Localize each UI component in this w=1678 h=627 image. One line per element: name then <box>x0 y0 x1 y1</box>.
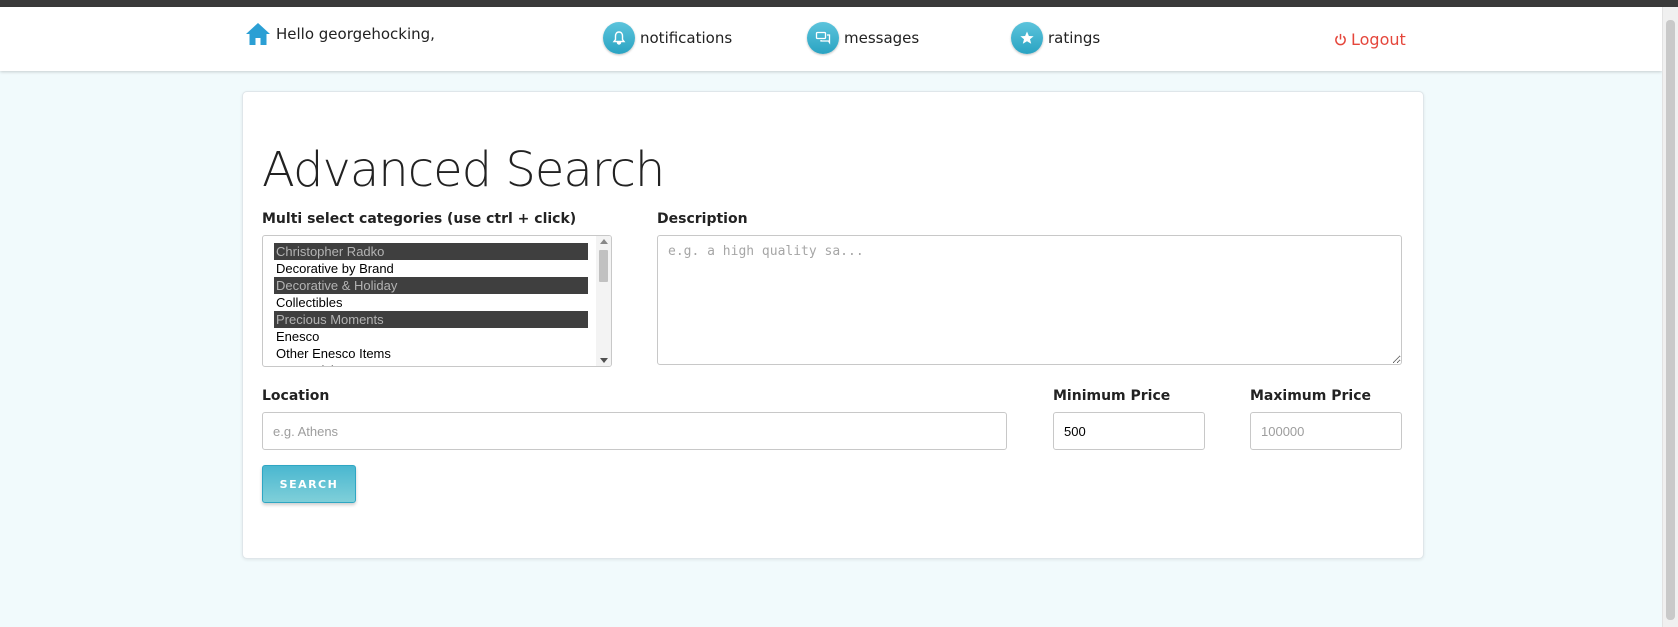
category-option[interactable]: Dreamsicles <box>274 362 588 366</box>
notifications-label: notifications <box>640 29 733 47</box>
category-option[interactable]: Precious Moments <box>274 311 588 328</box>
categories-option-list[interactable]: Christopher Radko Decorative by Brand Deco… <box>263 236 611 366</box>
min-price-label: Minimum Price <box>1053 388 1171 404</box>
categories-multiselect[interactable]: Christopher Radko Decorative by Brand Deco… <box>262 235 612 367</box>
max-price-input[interactable] <box>1250 412 1402 450</box>
max-price-label: Maximum Price <box>1250 388 1371 404</box>
home-link[interactable]: Hello georgehocking, <box>245 21 435 47</box>
categories-scrollbar-thumb[interactable] <box>599 250 608 282</box>
ratings-label: ratings <box>1048 29 1101 47</box>
page-scrollbar[interactable] <box>1662 7 1678 627</box>
top-navbar: Hello georgehocking, notifications messa… <box>0 7 1662 71</box>
location-input[interactable] <box>262 412 1007 450</box>
description-label: Description <box>657 211 748 227</box>
scroll-down-arrow-icon[interactable] <box>600 358 608 363</box>
greeting-text: Hello georgehocking, <box>276 25 435 43</box>
category-option[interactable]: Other Enesco Items <box>274 345 588 362</box>
advanced-search-card: Advanced Search Multi select categories … <box>242 91 1424 559</box>
categories-label: Multi select categories (use ctrl + clic… <box>262 211 577 227</box>
scroll-up-arrow-icon[interactable] <box>600 239 608 244</box>
category-option[interactable]: Decorative by Brand <box>274 260 588 277</box>
logout-link[interactable]: Logout <box>1334 30 1406 49</box>
messages-label: messages <box>844 29 920 47</box>
description-textarea[interactable] <box>657 235 1402 365</box>
location-label: Location <box>262 388 330 404</box>
home-icon[interactable] <box>245 21 271 47</box>
notifications-link[interactable]: notifications <box>603 22 732 54</box>
category-option[interactable]: Decorative & Holiday <box>274 277 588 294</box>
category-option[interactable]: Christopher Radko <box>274 243 588 260</box>
category-option[interactable]: Enesco <box>274 328 588 345</box>
min-price-input[interactable] <box>1053 412 1205 450</box>
browser-top-strip <box>0 0 1678 7</box>
ratings-link[interactable]: ratings <box>1011 22 1100 54</box>
search-button[interactable]: SEARCH <box>262 465 356 503</box>
messages-link[interactable]: messages <box>807 22 919 54</box>
chat-bubbles-icon[interactable] <box>807 22 839 54</box>
category-option[interactable]: Collectibles <box>274 294 588 311</box>
star-icon[interactable] <box>1011 22 1043 54</box>
power-icon[interactable] <box>1334 33 1347 46</box>
categories-scrollbar[interactable] <box>596 236 611 366</box>
page-title: Advanced Search <box>262 142 665 198</box>
bell-icon[interactable] <box>603 22 635 54</box>
page-scrollbar-thumb[interactable] <box>1666 20 1675 620</box>
logout-label: Logout <box>1351 30 1406 49</box>
